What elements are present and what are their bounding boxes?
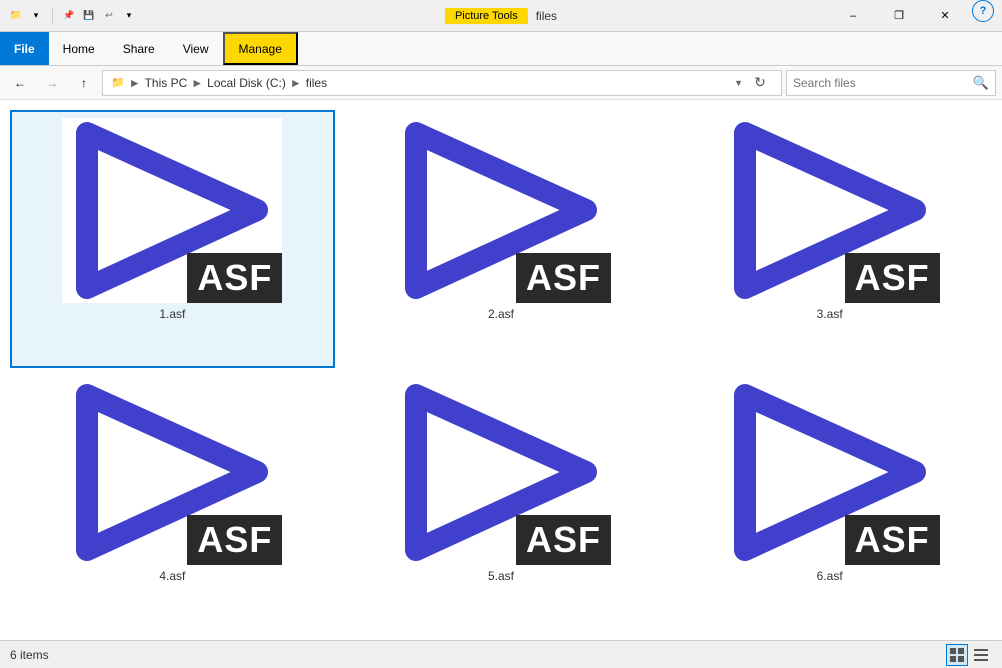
asf-badge: ASF xyxy=(845,515,940,565)
forward-button[interactable]: → xyxy=(38,70,66,96)
file-thumbnail: ASF xyxy=(62,118,282,303)
divider xyxy=(52,8,53,24)
refresh-button[interactable]: ↻ xyxy=(747,70,773,96)
folder-icon: 📁 xyxy=(8,8,24,24)
main-content: ASF 1.asf ASF 2.asf xyxy=(0,100,1002,640)
tab-home[interactable]: Home xyxy=(49,32,109,65)
file-grid: ASF 1.asf ASF 2.asf xyxy=(0,100,1002,640)
file-thumbnail: ASF xyxy=(391,380,611,565)
help-button[interactable]: ? xyxy=(972,0,994,22)
save-icon: 💾 xyxy=(81,8,97,24)
title-area: Picture Tools files xyxy=(445,8,557,24)
file-thumbnail: ASF xyxy=(720,118,940,303)
file-label: 2.asf xyxy=(488,307,514,321)
tab-manage[interactable]: Manage xyxy=(223,32,298,65)
picture-tools-tab[interactable]: Picture Tools xyxy=(445,8,528,24)
address-input[interactable]: 📁 ► This PC ► Local Disk (C:) ► files ▼ … xyxy=(102,70,782,96)
address-dropdown-icon[interactable]: ▼ xyxy=(734,78,743,88)
quick-access-arrow: ▾ xyxy=(28,8,44,24)
up-button[interactable]: ↑ xyxy=(70,70,98,96)
window-title: files xyxy=(536,9,557,23)
search-icon[interactable]: 🔍 xyxy=(973,75,989,91)
address-bar: ← → ↑ 📁 ► This PC ► Local Disk (C:) ► fi… xyxy=(0,66,1002,100)
file-item[interactable]: ASF 4.asf xyxy=(10,372,335,630)
undo-icon: ↩ xyxy=(101,8,117,24)
close-button[interactable]: ✕ xyxy=(922,0,968,32)
asf-icon: ASF xyxy=(720,118,940,303)
tab-view[interactable]: View xyxy=(169,32,223,65)
status-bar: 6 items xyxy=(0,640,1002,668)
asf-icon: ASF xyxy=(62,380,282,565)
item-count: 6 items xyxy=(10,648,49,662)
asf-badge: ASF xyxy=(187,515,282,565)
asf-icon: ASF xyxy=(391,380,611,565)
file-label: 6.asf xyxy=(817,569,843,583)
file-item[interactable]: ASF 3.asf xyxy=(667,110,992,368)
file-label: 1.asf xyxy=(159,307,185,321)
back-button[interactable]: ← xyxy=(6,70,34,96)
view-list-button[interactable] xyxy=(970,644,992,666)
window-controls: – ❐ ✕ ? xyxy=(830,0,994,32)
dropdown-icon[interactable]: ▾ xyxy=(121,8,137,24)
asf-badge: ASF xyxy=(516,515,611,565)
asf-badge: ASF xyxy=(516,253,611,303)
breadcrumb-localdisk[interactable]: Local Disk (C:) xyxy=(207,76,286,90)
file-thumbnail: ASF xyxy=(391,118,611,303)
view-grid-button[interactable] xyxy=(946,644,968,666)
file-item[interactable]: ASF 5.asf xyxy=(339,372,664,630)
file-label: 4.asf xyxy=(159,569,185,583)
file-item[interactable]: ASF 6.asf xyxy=(667,372,992,630)
breadcrumb-files[interactable]: files xyxy=(306,76,327,90)
tab-share[interactable]: Share xyxy=(109,32,169,65)
file-item[interactable]: ASF 2.asf xyxy=(339,110,664,368)
file-label: 3.asf xyxy=(817,307,843,321)
asf-icon: ASF xyxy=(62,118,282,303)
view-toggle xyxy=(946,644,992,666)
file-item[interactable]: ASF 1.asf xyxy=(10,110,335,368)
search-input[interactable] xyxy=(793,76,973,90)
search-box[interactable]: 🔍 xyxy=(786,70,996,96)
file-thumbnail: ASF xyxy=(720,380,940,565)
tab-file[interactable]: File xyxy=(0,32,49,65)
pin-icon: 📌 xyxy=(61,8,77,24)
list-view-icon xyxy=(974,648,988,662)
title-bar: 📁 ▾ 📌 💾 ↩ ▾ Picture Tools files – ❐ ✕ ? xyxy=(0,0,1002,32)
asf-icon: ASF xyxy=(720,380,940,565)
asf-badge: ASF xyxy=(187,253,282,303)
quick-access: 📁 ▾ 📌 💾 ↩ ▾ xyxy=(8,8,137,24)
ribbon: File Home Share View Manage xyxy=(0,32,1002,66)
file-thumbnail: ASF xyxy=(62,380,282,565)
breadcrumb-icon: 📁 xyxy=(111,76,125,89)
minimize-button[interactable]: – xyxy=(830,0,876,32)
asf-badge: ASF xyxy=(845,253,940,303)
file-label: 5.asf xyxy=(488,569,514,583)
grid-view-icon xyxy=(950,648,964,662)
breadcrumb-thispc[interactable]: This PC xyxy=(145,76,188,90)
asf-icon: ASF xyxy=(391,118,611,303)
maximize-button[interactable]: ❐ xyxy=(876,0,922,32)
